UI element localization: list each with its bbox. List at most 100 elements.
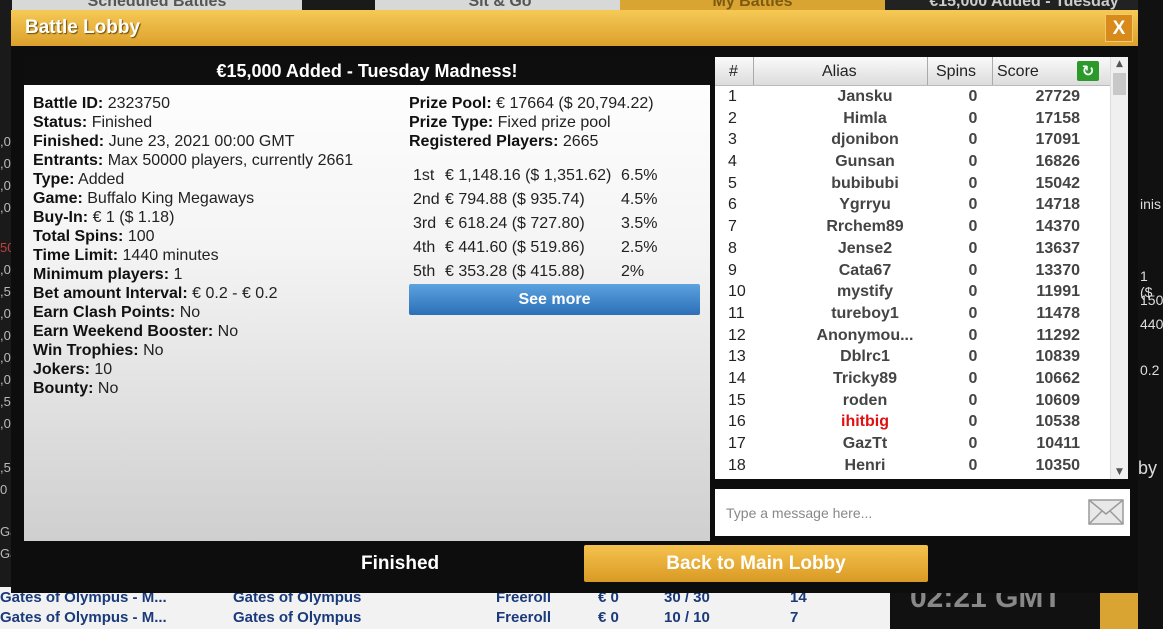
- leaderboard-row: 2 Himla 0 17158: [728, 109, 1080, 127]
- prize-place: 4th: [413, 239, 436, 256]
- background-clock-area: 02:21 GMT: [890, 581, 1138, 629]
- column-spins: Spins: [936, 63, 977, 80]
- refresh-icon[interactable]: ↻: [1077, 61, 1099, 81]
- registered-players: Registered Players: 2665: [409, 133, 599, 150]
- leaderboard-row: 5 bubibubi 0 15042: [728, 174, 1080, 192]
- detail-time-limit: Time Limit: 1440 minutes: [33, 247, 219, 264]
- leaderboard-row: 6 Ygrryu 0 14718: [728, 196, 1080, 214]
- chat-box: [715, 489, 1130, 536]
- prize-type: Prize Type: Fixed prize pool: [409, 114, 611, 131]
- close-button[interactable]: X: [1105, 14, 1133, 42]
- detail-status: Status: Finished: [33, 114, 153, 131]
- prize-info: Prize Pool: € 17664 ($ 20,794.22) Prize …: [409, 95, 654, 152]
- battle-status-label: Finished: [361, 553, 440, 574]
- background-fragment: ,0: [0, 416, 11, 431]
- background-fragment: 440: [1140, 316, 1163, 332]
- leaderboard-row: 15 roden 0 10609: [728, 391, 1080, 409]
- leaderboard-panel: # Alias Spins Score ↻ 1 Jansku 0 27729 2 Him…: [715, 57, 1128, 479]
- leaderboard-row-current-user: 16 ihitbig 0 10538: [728, 413, 1080, 431]
- background-fragment: ,0: [0, 156, 11, 171]
- prize-place: 3rd: [413, 215, 437, 232]
- background-fragment: ,0: [0, 350, 11, 365]
- scroll-up-icon[interactable]: ▲: [1111, 57, 1128, 71]
- background-row-extra: 7: [790, 609, 799, 626]
- leaderboard-row: 7 Rrchem89 0 14370: [728, 218, 1080, 236]
- prize-row: 4th € 441.60 ($ 519.86) 2.5%: [413, 239, 703, 263]
- modal-titlebar: Battle Lobby X: [11, 10, 1138, 46]
- background-row-type: Freeroll: [496, 609, 552, 626]
- prize-amount: € 441.60 ($ 519.86): [445, 239, 585, 256]
- leaderboard-row: 13 Dblrc1 0 10839: [728, 348, 1080, 366]
- back-to-lobby-button[interactable]: Back to Main Lobby: [584, 545, 928, 582]
- prize-pool: Prize Pool: € 17664 ($ 20,794.22): [409, 95, 654, 112]
- prize-percent: 3.5%: [621, 215, 658, 232]
- detail-bounty: Bounty: No: [33, 380, 119, 397]
- detail-finished: Finished: June 23, 2021 00:00 GMT: [33, 133, 295, 150]
- background-battle-list: Gates of Olympus - M... Gates of Olympus…: [0, 587, 890, 629]
- modal-title: Battle Lobby: [25, 17, 141, 38]
- prize-place: 1st: [413, 167, 435, 184]
- see-more-button[interactable]: See more: [409, 284, 700, 315]
- prize-row: 2nd € 794.88 ($ 935.74) 4.5%: [413, 191, 703, 215]
- leaderboard-header: # Alias Spins Score ↻: [715, 57, 1110, 86]
- background-fragment: 150: [1140, 292, 1163, 308]
- background-fragment: ,5: [0, 460, 11, 475]
- battle-lobby-modal: Battle Lobby X €15,000 Added - Tuesday M…: [11, 10, 1138, 593]
- background-fragment: 0: [0, 482, 8, 497]
- leaderboard-rows: 1 Jansku 0 27729 2 Himla 0 17158 3 djonibon 0 170…: [715, 86, 1110, 476]
- leaderboard-row: 1 Jansku 0 27729: [728, 88, 1080, 105]
- background-fragment: ,0: [0, 328, 11, 343]
- detail-entrants: Entrants: Max 50000 players, currently 2…: [33, 152, 354, 169]
- battle-details: Battle ID: 2323750 Status: Finished Fini…: [33, 95, 353, 399]
- leaderboard-row: 17 GazTt 0 10411: [728, 435, 1080, 452]
- prize-percent: 6.5%: [621, 167, 658, 184]
- chat-input[interactable]: [715, 489, 1085, 536]
- leaderboard-row: 14 Tricky89 0 10662: [728, 369, 1080, 387]
- detail-total-spins: Total Spins: 100: [33, 228, 155, 245]
- leaderboard-row: 18 Henri 0 10350: [728, 456, 1080, 474]
- prize-table: 1st € 1,148.16 ($ 1,351.62) 6.5% 2nd € 7…: [413, 167, 703, 287]
- scroll-thumb[interactable]: [1113, 73, 1126, 95]
- background-fragment: 0.2: [1140, 362, 1160, 378]
- prize-row: 1st € 1,148.16 ($ 1,351.62) 6.5%: [413, 167, 703, 191]
- background-fragment: ,0: [0, 262, 11, 277]
- leaderboard-row: 10 mystify 0 11991: [728, 283, 1080, 301]
- background-fragment: ,5: [0, 284, 11, 299]
- background-fragment: inis: [1140, 196, 1162, 212]
- background-fragment: ,0: [0, 200, 11, 215]
- background-fragment: ,0: [0, 134, 11, 149]
- column-alias: Alias: [822, 63, 857, 80]
- column-score: Score: [997, 63, 1039, 80]
- detail-min-players: Minimum players: 1: [33, 266, 183, 283]
- background-fragment: ,5: [0, 394, 11, 409]
- detail-win-trophies: Win Trophies: No: [33, 342, 164, 359]
- leaderboard-scrollbar[interactable]: ▲ ▼: [1110, 57, 1128, 479]
- background-fragment: ,0: [0, 306, 11, 321]
- envelope-icon[interactable]: [1088, 499, 1124, 525]
- background-row-buyin: € 0: [598, 609, 619, 626]
- detail-bet-interval: Bet amount Interval: € 0.2 - € 0.2: [33, 285, 278, 302]
- prize-place: 2nd: [413, 191, 440, 208]
- detail-jokers: Jokers: 10: [33, 361, 113, 378]
- prize-amount: € 618.24 ($ 727.80): [445, 215, 585, 232]
- detail-type: Type: Added: [33, 171, 125, 188]
- leaderboard-row: 11 tureboy1 0 11478: [728, 304, 1080, 322]
- prize-row: 3rd € 618.24 ($ 727.80) 3.5%: [413, 215, 703, 239]
- prize-percent: 2%: [621, 263, 645, 280]
- detail-weekend-booster: Earn Weekend Booster: No: [33, 323, 239, 340]
- background-right-strip: inis 1 ($ 150 440 0.2 by: [1138, 0, 1163, 629]
- leaderboard-row: 3 djonibon 0 17091: [728, 131, 1080, 149]
- background-row-players: 10 / 10: [664, 609, 710, 626]
- leaderboard-row: 9 Cata67 0 13370: [728, 261, 1080, 279]
- leaderboard-row: 8 Jense2 0 13637: [728, 239, 1080, 257]
- column-rank: #: [729, 63, 738, 80]
- battle-name-header: €15,000 Added - Tuesday Madness!: [24, 57, 710, 85]
- prize-place: 5th: [413, 263, 436, 280]
- background-row-name: Gates of Olympus - M...: [0, 609, 167, 626]
- background-row[interactable]: Gates of Olympus - M... Gates of Olympus…: [0, 607, 890, 627]
- prize-percent: 2.5%: [621, 239, 658, 256]
- prize-amount: € 353.28 ($ 415.88): [445, 263, 585, 280]
- prize-amount: € 794.88 ($ 935.74): [445, 191, 585, 208]
- scroll-down-icon[interactable]: ▼: [1111, 465, 1128, 479]
- prize-amount: € 1,148.16 ($ 1,351.62): [445, 167, 612, 184]
